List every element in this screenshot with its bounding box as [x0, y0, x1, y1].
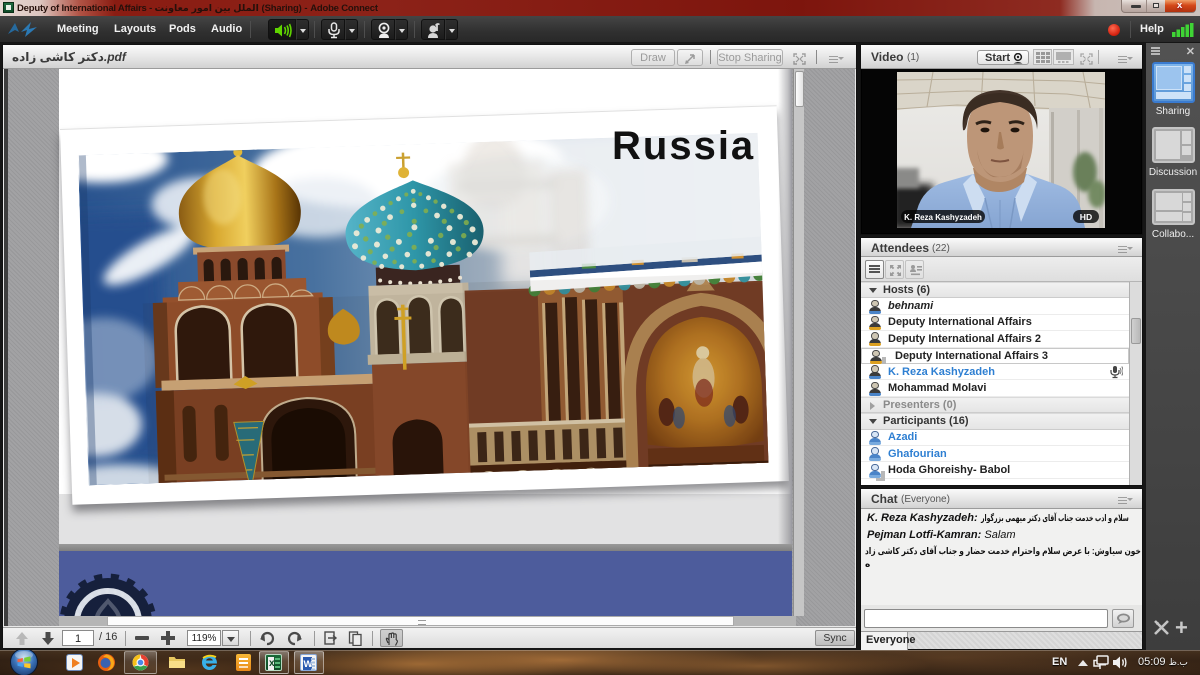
svg-text:K. Reza Kashyzadeh: K. Reza Kashyzadeh: [904, 213, 982, 222]
svg-text:HD: HD: [1080, 212, 1092, 222]
